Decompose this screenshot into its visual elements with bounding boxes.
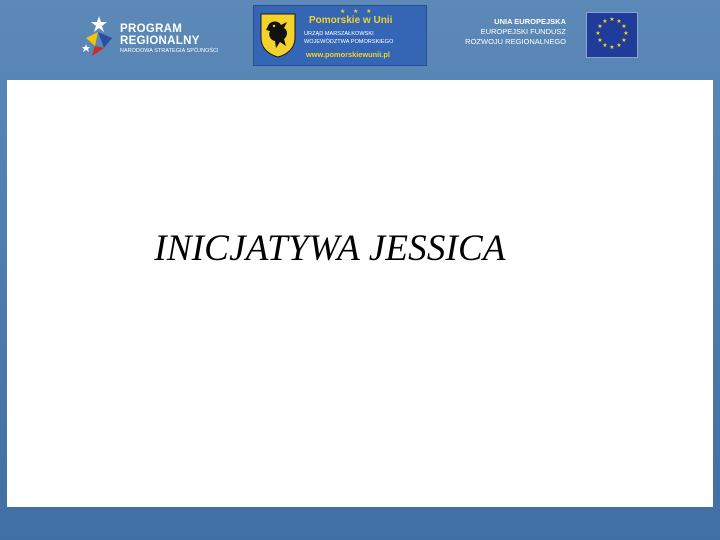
header-logos: PROGRAM REGIONALNY NARODOWA STRATEGIA SP… — [0, 0, 720, 78]
griffin-shield-icon — [260, 13, 296, 58]
pomorskie-office-line1: URZĄD MARSZAŁKOWSKI — [304, 31, 374, 37]
program-regionalny-logo: PROGRAM REGIONALNY NARODOWA STRATEGIA SP… — [82, 14, 232, 62]
pomorskie-title: Pomorskie w Unii — [309, 15, 393, 26]
slide-title: INICJATYWA JESSICA — [154, 228, 506, 269]
pomorskie-url: www.pomorskiewunii.pl — [306, 50, 390, 59]
eu-fund-logo: UNIA EUROPEJSKA EUROPEJSKI FUNDUSZ ROZWO… — [458, 12, 638, 62]
program-regionalny-title: PROGRAM REGIONALNY — [120, 23, 200, 47]
program-regionalny-mark-icon — [82, 16, 112, 56]
svg-text:★: ★ — [595, 30, 600, 37]
eu-line3: ROZWOJU REGIONALNEGO — [465, 37, 566, 46]
svg-text:★: ★ — [602, 18, 607, 25]
svg-text:★: ★ — [609, 44, 614, 51]
eu-line1: UNIA EUROPEJSKA — [494, 17, 566, 26]
program-regionalny-subtitle: NARODOWA STRATEGIA SPÓJNOŚCI — [120, 48, 219, 54]
svg-text:★: ★ — [621, 37, 626, 44]
svg-text:★: ★ — [616, 42, 621, 49]
slide: PROGRAM REGIONALNY NARODOWA STRATEGIA SP… — [0, 0, 720, 540]
pomorskie-stars-icon: ★ ★ ★ — [340, 9, 375, 15]
eu-fund-text: UNIA EUROPEJSKA EUROPEJSKI FUNDUSZ ROZWO… — [465, 17, 566, 47]
svg-text:★: ★ — [602, 42, 607, 49]
svg-text:★: ★ — [597, 37, 602, 44]
svg-text:★: ★ — [621, 23, 626, 30]
eu-flag-icon: ★ ★ ★ ★ ★ ★ ★ ★ ★ ★ ★ ★ — [586, 12, 638, 58]
pomorskie-w-unii-logo: ★ ★ ★ Pomorskie w Unii URZĄD MARSZAŁKOWS… — [253, 5, 427, 66]
content-panel: INICJATYWA JESSICA — [7, 80, 713, 507]
eu-line2: EUROPEJSKI FUNDUSZ — [480, 27, 566, 36]
pomorskie-office-line2: WOJEWÓDZTWA POMORSKIEGO — [304, 39, 394, 45]
svg-text:★: ★ — [609, 16, 614, 23]
svg-text:★: ★ — [623, 30, 628, 37]
